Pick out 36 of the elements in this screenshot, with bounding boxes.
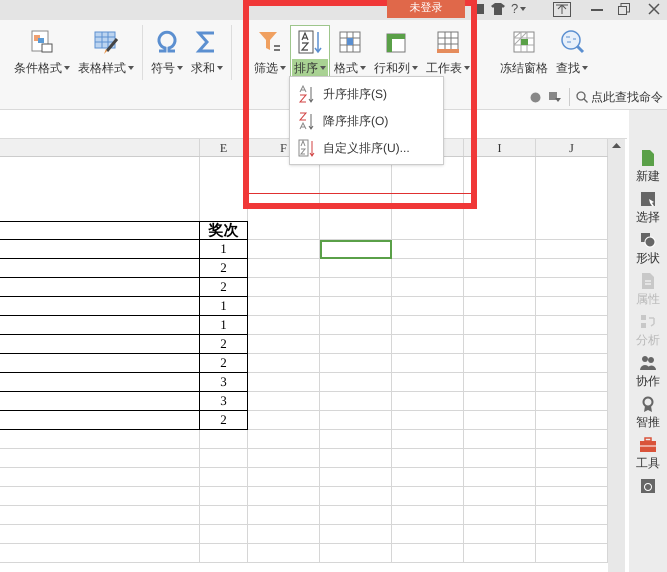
menu-item[interactable]: 降序排序(O) <box>290 107 443 134</box>
ribbon-button[interactable]: 排序 <box>290 25 330 78</box>
side-panel-item[interactable]: 形状 <box>636 232 660 266</box>
table-cell[interactable]: 2 <box>200 354 248 373</box>
ribbon-button[interactable]: 查找 <box>552 25 592 78</box>
side-panel-item[interactable]: 智推 <box>636 396 660 430</box>
ribbon-button[interactable]: 符号 <box>147 25 187 78</box>
ribbon-button[interactable]: 筛选 <box>250 25 290 78</box>
side-panel-item[interactable]: 工具 <box>636 437 660 471</box>
help-button[interactable]: ? <box>511 1 526 17</box>
menu-item[interactable]: 升序排序(S) <box>290 80 443 107</box>
command-search-field[interactable]: 点此查找命令 <box>569 88 663 106</box>
table-cell[interactable]: 1 <box>200 297 248 316</box>
table-cell[interactable]: 奖次 <box>200 221 248 240</box>
ribbon-button[interactable]: 求和 <box>187 25 227 78</box>
side-panel-item[interactable]: 选择 <box>636 191 660 225</box>
search-placeholder: 点此查找命令 <box>591 89 663 106</box>
ribbon-button[interactable]: 冻结窗格 <box>496 25 552 78</box>
side-panel-item[interactable]: 协作 <box>636 355 660 389</box>
ribbon-button[interactable]: 条件格式 <box>10 25 74 78</box>
table-cell[interactable]: 3 <box>200 392 248 411</box>
ribbon-button[interactable]: 工作表 <box>422 25 474 78</box>
table-cell[interactable]: 2 <box>200 411 248 430</box>
column-header[interactable]: E <box>220 138 228 156</box>
table-cell[interactable]: 1 <box>200 316 248 335</box>
table-cell[interactable]: 2 <box>200 278 248 297</box>
menu-item[interactable]: 自定义排序(U)... <box>290 134 443 161</box>
ribbon-button[interactable]: 表格样式 <box>74 25 138 78</box>
table-cell[interactable]: 3 <box>200 373 248 392</box>
column-header[interactable]: F <box>280 138 287 156</box>
table-cell[interactable]: 1 <box>200 240 248 259</box>
column-header[interactable]: I <box>498 138 502 156</box>
table-cell[interactable]: 2 <box>200 335 248 354</box>
side-panel-item[interactable]: 新建 <box>636 150 660 184</box>
table-cell[interactable]: 2 <box>200 259 248 278</box>
column-header[interactable]: J <box>569 138 574 156</box>
